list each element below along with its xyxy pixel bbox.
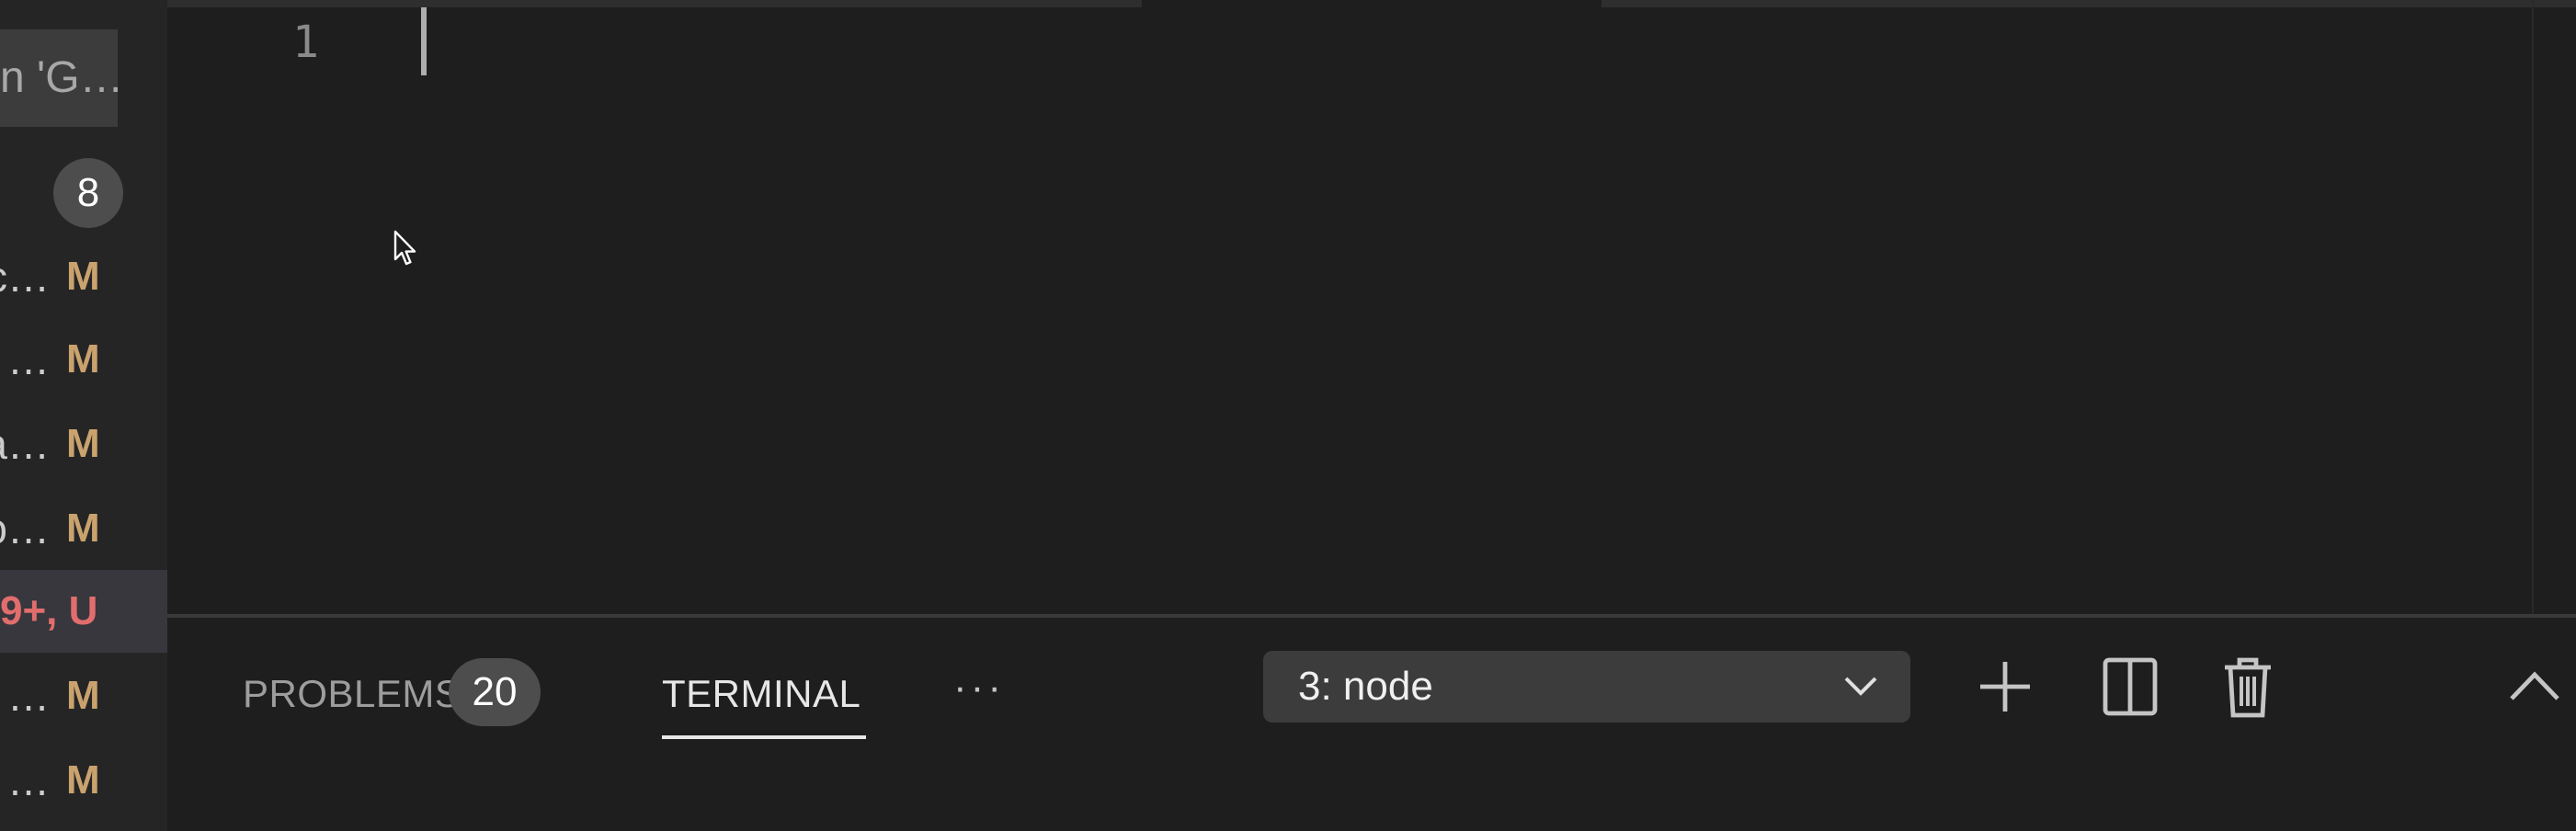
line-number: 1 [292, 17, 319, 68]
changes-count-badge: 8 [53, 158, 123, 228]
changed-file-row[interactable]: a… M [0, 403, 167, 485]
more-actions-icon[interactable]: ··· [947, 660, 1011, 728]
file-name: c… [0, 253, 50, 301]
editor-scrollbar[interactable] [2532, 0, 2534, 614]
changed-file-row[interactable]: … M [0, 739, 167, 822]
chevron-down-icon [1844, 677, 1877, 696]
maximize-panel-button[interactable] [2501, 651, 2569, 723]
modified-status-badge: M [66, 673, 100, 718]
error-untracked-status-badge: 9+, U [0, 588, 98, 633]
changed-file-row[interactable]: … M [0, 318, 167, 401]
changed-file-row-selected[interactable]: 9+, U [0, 570, 167, 653]
modified-status-badge: M [66, 336, 100, 381]
file-name: … [7, 757, 50, 804]
mouse-pointer-icon [393, 230, 419, 267]
trash-icon [2225, 657, 2271, 718]
code-editor[interactable]: 1 [167, 0, 2576, 614]
source-control-sidebar: n 'G… 8 c… M … M a… M o… M 9+, U … M … M [0, 0, 167, 831]
split-editor-icon [2103, 657, 2158, 716]
split-terminal-button[interactable] [2096, 651, 2164, 723]
text-cursor [421, 7, 427, 75]
terminal-instance-select[interactable]: 3: node [1263, 651, 1910, 723]
file-name: a… [0, 420, 50, 468]
active-tab-indicator [662, 735, 866, 739]
commit-message-input[interactable]: n 'G… [0, 29, 118, 127]
modified-status-badge: M [66, 254, 100, 299]
bottom-panel: PROBLEMS 20 TERMINAL ··· 3: node [167, 614, 2576, 831]
file-name: o… [0, 505, 50, 552]
new-terminal-button[interactable] [1971, 651, 2039, 723]
changed-file-row[interactable]: o… M [0, 487, 167, 570]
modified-status-badge: M [66, 421, 100, 466]
modified-status-badge: M [66, 757, 100, 803]
editor-top-shadow [167, 0, 1142, 7]
plus-icon [1980, 662, 2030, 711]
changed-file-row[interactable]: c… M [0, 235, 167, 318]
modified-status-badge: M [66, 506, 100, 551]
terminal-select-value: 3: node [1298, 664, 1433, 709]
tab-problems[interactable]: PROBLEMS [243, 660, 461, 728]
file-name: … [7, 672, 50, 720]
problems-count-badge: 20 [449, 658, 541, 726]
changed-file-row[interactable]: … M [0, 655, 167, 737]
editor-top-shadow [1601, 0, 2576, 7]
kill-terminal-button[interactable] [2214, 651, 2282, 723]
tab-terminal[interactable]: TERMINAL [662, 660, 861, 728]
chevron-up-icon [2510, 671, 2559, 700]
file-name: … [7, 336, 50, 383]
